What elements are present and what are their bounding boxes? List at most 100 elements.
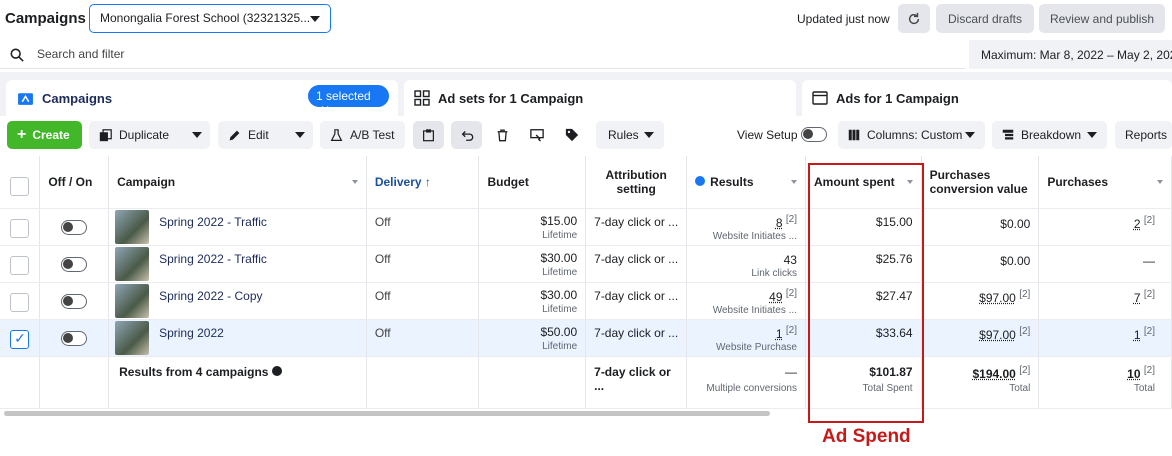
reports-button[interactable]: Reports (1115, 121, 1172, 149)
search-bar[interactable]: Search and filter (0, 40, 965, 69)
col-purchases[interactable]: Purchases (1038, 156, 1172, 209)
selected-badge-label: 1 selected (316, 89, 371, 103)
row-checkbox[interactable] (10, 255, 30, 275)
selected-badge[interactable]: 1 selected ✕ (308, 85, 389, 117)
row-checkbox[interactable]: ✓ (10, 329, 30, 349)
row-campaign-cell[interactable]: Spring 2022 (108, 319, 367, 357)
duplicate-button[interactable]: Duplicate (89, 121, 210, 149)
table-row[interactable]: Spring 2022 - Traffic Off $30.00 Lifetime… (0, 245, 1172, 283)
view-setup-toggle[interactable] (801, 127, 827, 142)
row-select-cell[interactable] (0, 208, 41, 246)
campaign-toggle[interactable] (61, 330, 88, 346)
row-purchases[interactable]: 1 (1134, 328, 1141, 342)
campaign-name-link[interactable]: Spring 2022 - Traffic (159, 215, 267, 229)
row-results-sub: Link clicks (751, 267, 797, 279)
totals-purchases-sub: Total (1133, 382, 1155, 394)
campaign-name-link[interactable]: Spring 2022 (159, 326, 224, 340)
preview-button[interactable] (522, 121, 552, 149)
review-publish-button[interactable]: Review and publish (1039, 4, 1165, 33)
table-row[interactable]: Spring 2022 - Traffic Off $15.00 Lifetime… (0, 208, 1172, 246)
discard-drafts-button[interactable]: Discard drafts (936, 4, 1034, 33)
chevron-down-icon[interactable] (192, 132, 202, 138)
campaign-name-link[interactable]: Spring 2022 - Traffic (159, 252, 267, 266)
totals-purchases[interactable]: 10 (1127, 367, 1140, 381)
tab-ads[interactable]: Ads for 1 Campaign (802, 80, 1172, 116)
sort-icon[interactable] (1157, 180, 1163, 184)
row-toggle-cell[interactable] (39, 245, 110, 283)
campaign-toggle[interactable] (61, 256, 88, 272)
tag-icon (565, 128, 579, 142)
col-offon[interactable]: Off / On (39, 156, 110, 209)
create-button[interactable]: + Create (7, 121, 82, 149)
delete-button[interactable] (487, 121, 517, 149)
edit-button[interactable]: Edit (218, 121, 313, 149)
row-purchases[interactable]: — (1143, 254, 1155, 268)
horizontal-scrollbar[interactable] (4, 411, 770, 416)
row-pcv[interactable]: $97.00 (979, 328, 1016, 342)
col-budget[interactable]: Budget (478, 156, 587, 209)
account-name: Monongalia Forest School (32321325... (100, 11, 311, 25)
row-purchases[interactable]: 7 (1134, 291, 1141, 305)
undo-button[interactable] (451, 121, 482, 149)
refresh-button[interactable] (898, 4, 930, 33)
undo-icon (461, 131, 473, 141)
row-pcv[interactable]: $0.00 (1000, 217, 1030, 231)
info-icon[interactable] (271, 365, 282, 376)
row-campaign-cell[interactable]: Spring 2022 - Copy (108, 282, 367, 320)
sort-icon[interactable] (351, 180, 358, 184)
row-pcv[interactable]: $97.00 (979, 291, 1016, 305)
tag-button[interactable] (557, 121, 587, 149)
col-campaign-label: Campaign (117, 174, 176, 189)
account-selector[interactable]: Monongalia Forest School (32321325... (89, 4, 331, 33)
row-checkbox[interactable] (10, 292, 30, 312)
campaign-toggle[interactable] (61, 293, 88, 309)
select-all-cell[interactable] (0, 156, 41, 209)
ab-test-button[interactable]: A/B Test (320, 121, 405, 149)
row-select-cell[interactable]: ✓ (0, 319, 41, 357)
select-all-checkbox[interactable] (10, 177, 30, 197)
col-results[interactable]: Results (686, 156, 806, 209)
col-delivery[interactable]: Delivery ↑ (366, 156, 480, 209)
row-results[interactable]: 1 (776, 327, 783, 341)
campaign-name-link[interactable]: Spring 2022 - Copy (159, 289, 262, 303)
col-campaign[interactable]: Campaign (108, 156, 367, 209)
row-results[interactable]: 43 (784, 253, 797, 267)
breakdown-button[interactable]: Breakdown (992, 121, 1107, 149)
totals-pcv-sub: Total (1009, 382, 1031, 394)
tab-adsets[interactable]: Ad sets for 1 Campaign (404, 80, 796, 116)
col-attribution[interactable]: Attribution setting (585, 156, 688, 209)
row-campaign-cell[interactable]: Spring 2022 - Traffic (108, 208, 367, 246)
campaign-toggle[interactable] (61, 219, 88, 235)
duplicate-icon (99, 128, 112, 141)
clipboard-button[interactable] (413, 121, 444, 149)
search-input[interactable]: Search and filter (37, 47, 124, 61)
totals-pcv[interactable]: $194.00 (972, 367, 1015, 381)
col-purchases-value[interactable]: Purchases conversion value (921, 156, 1040, 209)
row-purchases[interactable]: 2 (1134, 217, 1141, 231)
row-campaign-cell[interactable]: Spring 2022 - Traffic (108, 245, 367, 283)
row-select-cell[interactable] (0, 245, 41, 283)
chevron-down-icon[interactable] (295, 132, 305, 138)
row-results[interactable]: 8 (776, 216, 783, 230)
row-toggle-cell[interactable] (39, 282, 110, 320)
chevron-down-icon[interactable] (965, 132, 975, 138)
close-icon[interactable]: ✕ (320, 103, 330, 117)
table-row[interactable]: ✓ Spring 2022 Off $50.00 Lifetime 7-day c… (0, 319, 1172, 357)
columns-button[interactable]: Columns: Custom (838, 121, 985, 149)
chevron-down-icon[interactable] (1087, 132, 1097, 138)
row-toggle-cell[interactable] (39, 319, 110, 357)
totals-results: — (784, 364, 797, 379)
date-range-picker[interactable]: Maximum: Mar 8, 2022 – May 2, 2022 (969, 40, 1172, 69)
row-delivery: Off (366, 245, 480, 283)
rules-button[interactable]: Rules (596, 121, 664, 149)
chevron-down-icon[interactable] (644, 132, 654, 138)
row-results[interactable]: 49 (769, 290, 782, 304)
row-select-cell[interactable] (0, 282, 41, 320)
row-pcv[interactable]: $0.00 (1000, 254, 1030, 268)
row-toggle-cell[interactable] (39, 208, 110, 246)
row-checkbox[interactable] (10, 218, 30, 238)
row-budget: $30.00 (540, 287, 578, 302)
sort-icon[interactable] (790, 180, 797, 184)
trash-icon (497, 129, 507, 142)
table-row[interactable]: Spring 2022 - Copy Off $30.00 Lifetime 7-… (0, 282, 1172, 320)
